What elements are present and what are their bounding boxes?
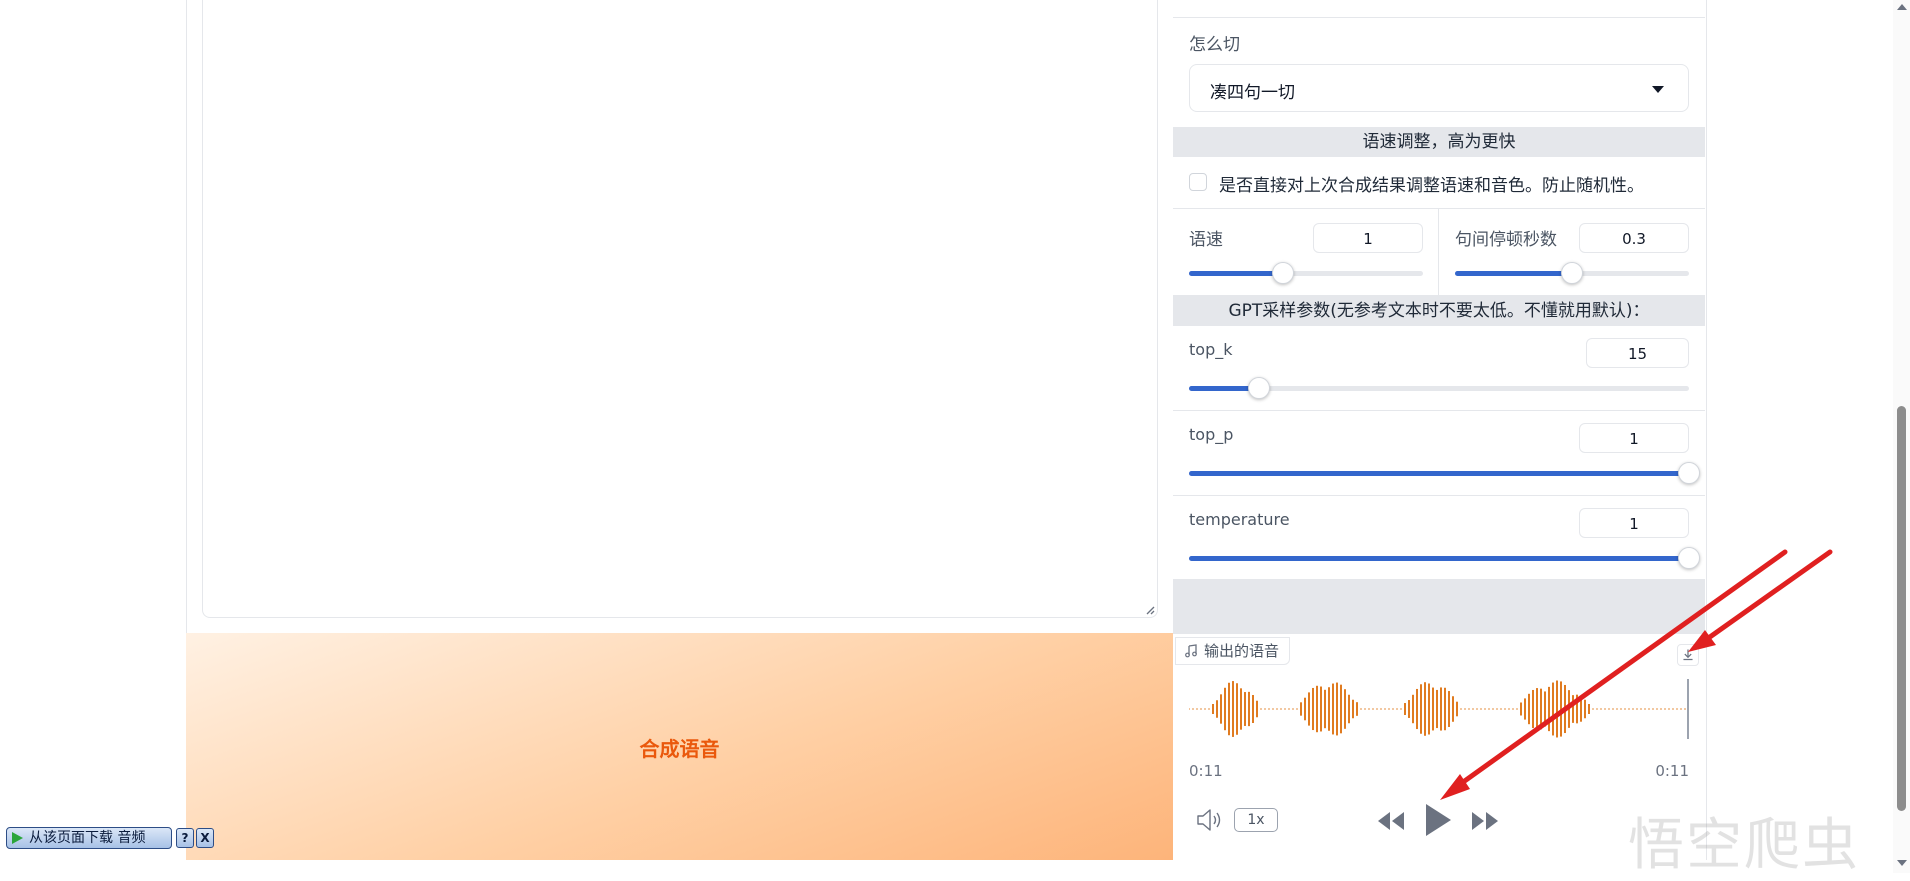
top-k-block: top_k 15 [1173, 326, 1705, 411]
temperature-block: temperature 1 [1173, 496, 1705, 580]
play-icon[interactable] [1423, 802, 1453, 838]
helper-download-button[interactable]: 从该页面下载 音频 [6, 827, 172, 849]
top-p-label: top_p [1189, 425, 1234, 444]
helper-download-label: 从该页面下载 音频 [29, 830, 146, 846]
pause-slider-track[interactable] [1455, 262, 1689, 284]
speed-label: 语速 [1189, 230, 1223, 250]
resize-handle-icon[interactable] [1145, 605, 1155, 615]
pause-number-input[interactable]: 0.3 [1579, 223, 1689, 253]
duration-time: 0:11 [1655, 762, 1689, 780]
rewind-icon[interactable] [1375, 808, 1407, 834]
same-settings-block: 是否直接对上次合成结果调整语速和音色。防止随机性。 [1173, 157, 1705, 209]
top-k-number-input[interactable]: 15 [1586, 338, 1689, 368]
fast-forward-icon[interactable] [1469, 808, 1501, 834]
scrollbar-thumb[interactable] [1897, 406, 1906, 811]
synthesize-button[interactable]: 合成语音 [186, 633, 1173, 860]
top-p-slider-thumb[interactable] [1678, 462, 1700, 484]
speed-slider-fill [1189, 271, 1283, 276]
download-icon[interactable] [1677, 644, 1699, 666]
top-p-slider-fill [1189, 471, 1689, 476]
top-p-number-input[interactable]: 1 [1579, 423, 1689, 453]
split-method-dropdown[interactable]: 凑四句一切 [1189, 64, 1689, 112]
top-k-slider-track[interactable] [1189, 377, 1689, 399]
pause-block: 句间停顿秒数 0.3 [1439, 209, 1705, 296]
temperature-label: temperature [1189, 510, 1290, 529]
speed-number-input[interactable]: 1 [1313, 223, 1423, 253]
audio-waveform[interactable] [1189, 674, 1689, 744]
helper-help-button[interactable]: ? [176, 828, 194, 848]
speed-block: 语速 1 [1173, 209, 1439, 296]
current-time: 0:11 [1189, 762, 1223, 780]
top-k-slider-thumb[interactable] [1248, 377, 1270, 399]
split-method-block: 怎么切 凑四句一切 [1173, 18, 1705, 127]
temperature-slider-track[interactable] [1189, 547, 1700, 569]
top-p-slider-track[interactable] [1189, 462, 1700, 484]
playback-rate-button[interactable]: 1x [1234, 808, 1278, 832]
scroll-down-arrow-icon[interactable] [1897, 860, 1907, 866]
pause-slider-thumb[interactable] [1561, 262, 1583, 284]
scroll-up-arrow-icon[interactable] [1897, 4, 1907, 10]
chevron-down-icon [1652, 86, 1664, 93]
music-note-icon [1185, 644, 1197, 658]
audio-output-label-text: 输出的语音 [1204, 642, 1280, 660]
speed-section-header: 语速调整，高为更快 [1173, 127, 1705, 157]
same-settings-label: 是否直接对上次合成结果调整语速和音色。防止随机性。 [1219, 176, 1644, 196]
helper-close-button[interactable]: X [196, 828, 214, 848]
pause-label: 句间停顿秒数 [1455, 230, 1557, 250]
audio-output-panel: 输出的语音 0:11 0:11 1x [1173, 633, 1705, 860]
watermark-text: 悟空爬虫 [1628, 813, 1860, 878]
audio-output-label: 输出的语音 [1175, 637, 1291, 665]
speed-slider-track[interactable] [1189, 262, 1423, 284]
split-method-label: 怎么切 [1189, 35, 1240, 55]
synthesize-button-label: 合成语音 [639, 739, 720, 761]
text-input-area[interactable] [202, 0, 1158, 618]
annotation-arrow-to-download [1688, 549, 1833, 652]
pause-slider-fill [1455, 271, 1572, 276]
gpt-section-header: GPT采样参数(无参考文本时不要太低。不懂就用默认)： [1173, 296, 1705, 326]
settings-top-block [1173, 0, 1705, 18]
split-method-value: 凑四句一切 [1210, 83, 1295, 103]
settings-gray-filler [1173, 580, 1705, 633]
speed-slider-thumb[interactable] [1271, 262, 1294, 284]
same-settings-checkbox[interactable] [1189, 173, 1207, 191]
temperature-slider-thumb[interactable] [1678, 547, 1700, 569]
temperature-number-input[interactable]: 1 [1579, 508, 1689, 538]
top-k-label: top_k [1189, 340, 1233, 359]
volume-icon[interactable] [1195, 807, 1225, 833]
settings-panel: 怎么切 凑四句一切 语速调整，高为更快 是否直接对上次合成结果调整语速和音色。防… [1173, 0, 1705, 633]
temperature-slider-fill [1189, 556, 1689, 561]
play-icon [12, 832, 23, 844]
top-p-block: top_p 1 [1173, 411, 1705, 496]
